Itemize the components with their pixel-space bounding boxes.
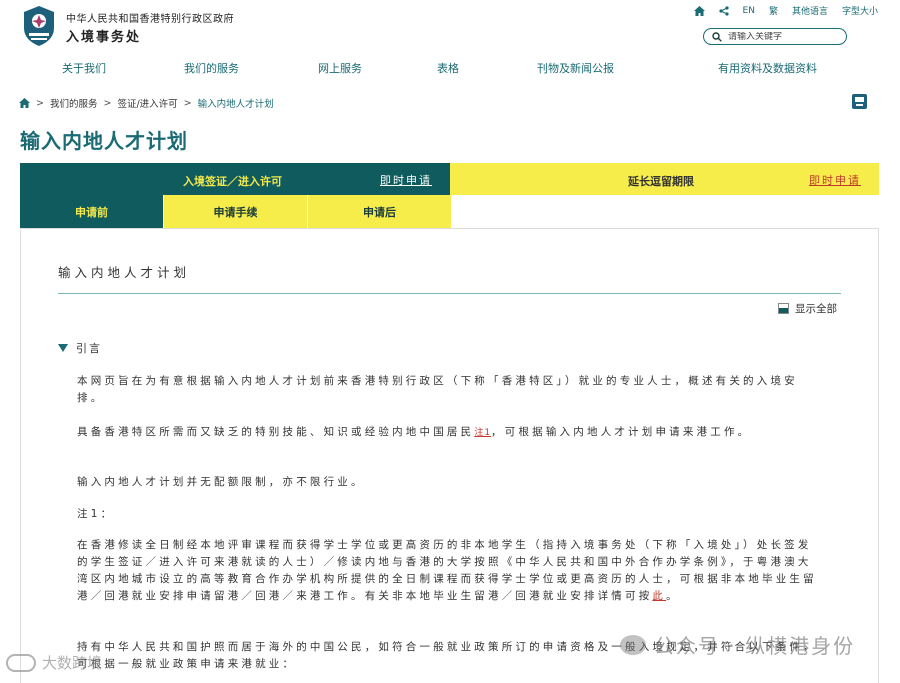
- watermark-left: 大数跨境: [6, 652, 102, 673]
- nav-online-services[interactable]: 网上服务: [318, 60, 362, 76]
- breadcrumb-separator: >: [103, 97, 112, 109]
- intro-section-header[interactable]: 引言: [58, 340, 102, 356]
- tab-extension-of-stay[interactable]: 延长逗留期限 即时申请: [450, 163, 879, 195]
- paragraph-no-quota: 输入内地人才计划并无配额限制，亦不限行业。: [77, 476, 365, 488]
- text: 具备香港特区所需而又缺乏的特别技能、知识或经验内地中国居民: [77, 426, 475, 438]
- text: ，可根据输入内地人才计划申请来港工作。: [491, 426, 752, 438]
- watermark-logo-icon: [6, 653, 36, 672]
- here-link[interactable]: 此: [652, 590, 666, 602]
- sub-tabs: 申请前 申请手续 申请后: [20, 195, 452, 228]
- other-languages-link[interactable]: 其他语言: [792, 4, 828, 17]
- show-all-label: 显示全部: [795, 303, 837, 315]
- show-all-toggle[interactable]: 显示全部: [778, 301, 837, 316]
- text: 在香港修读全日制经本地评审课程而获得学士学位或更高资历的非本地学生（指持入境事务…: [77, 539, 817, 602]
- page-title: 输入内地人才计划: [20, 129, 188, 153]
- apply-now-link[interactable]: 即时申请: [809, 172, 861, 188]
- share-icon[interactable]: [718, 5, 729, 16]
- top-utility-links: EN 繁 其他语言 字型大小: [693, 4, 878, 17]
- breadcrumb-our-services[interactable]: 我们的服务: [50, 96, 98, 110]
- paragraph-eligibility: 具备香港特区所需而又缺乏的特别技能、知识或经验内地中国居民注1，可根据输入内地人…: [77, 424, 817, 442]
- nav-useful-info[interactable]: 有用资料及数据资料: [718, 60, 817, 76]
- font-size-link[interactable]: 字型大小: [842, 4, 878, 17]
- nav-forms[interactable]: 表格: [437, 60, 459, 76]
- divider: [58, 293, 841, 294]
- tab-label: 入境签证／进入许可: [183, 175, 282, 188]
- search-icon[interactable]: [712, 31, 722, 42]
- intro-heading: 引言: [76, 342, 102, 355]
- department-name[interactable]: 入境事务处: [66, 26, 141, 45]
- lang-en-link[interactable]: EN: [743, 6, 755, 16]
- paragraph-intro: 本网页旨在为有意根据输入内地人才计划前来香港特别行政区（下称「香港特区」）就业的…: [77, 375, 798, 404]
- content-panel: 输入内地人才计划 显示全部 引言 本网页旨在为有意根据输入内地人才计划前来香港特…: [20, 228, 879, 683]
- tab-visa-entry-permit[interactable]: 入境签证／进入许可 即时申请: [20, 163, 450, 195]
- search-box: [703, 28, 847, 45]
- search-input[interactable]: [728, 31, 838, 42]
- breadcrumb-separator: >: [183, 97, 192, 109]
- watermark-right: 公众号 · 纵横港身份: [620, 630, 855, 659]
- watermark-text: 大数跨境: [42, 654, 103, 672]
- print-icon[interactable]: [852, 94, 867, 109]
- breadcrumb-visa[interactable]: 签证/进入许可: [117, 96, 177, 110]
- nav-publications[interactable]: 刊物及新闻公报: [537, 60, 614, 76]
- checkbox-icon[interactable]: [778, 303, 789, 314]
- main-navigation: 关于我们 我们的服务 网上服务 表格 刊物及新闻公报 有用资料及数据资料: [0, 60, 900, 78]
- subtab-before-application[interactable]: 申请前: [20, 195, 163, 228]
- breadcrumb-current: 输入内地人才计划: [197, 99, 274, 110]
- subtab-after-application[interactable]: 申请后: [308, 195, 451, 228]
- nav-our-services[interactable]: 我们的服务: [184, 60, 239, 76]
- apply-now-link[interactable]: 即时申请: [380, 172, 432, 188]
- tab-label: 延长逗留期限: [628, 175, 694, 188]
- triangle-down-icon: [58, 344, 68, 352]
- note-1-link[interactable]: 注1: [474, 428, 491, 438]
- watermark-text: 公众号 · 纵横港身份: [654, 634, 856, 658]
- nav-about-us[interactable]: 关于我们: [62, 60, 106, 76]
- section-title: 输入内地人才计划: [58, 265, 191, 280]
- breadcrumb-separator: >: [36, 97, 44, 109]
- text: 。: [666, 590, 680, 602]
- site-header: 中华人民共和国香港特别行政区政府 入境事务处 EN 繁 其他语言 字型大小: [0, 0, 900, 56]
- paragraph-note-1: 在香港修读全日制经本地评审课程而获得学士学位或更高资历的非本地学生（指持入境事务…: [77, 537, 817, 605]
- note-title: 注1：: [77, 508, 115, 520]
- subtab-application-procedure[interactable]: 申请手续: [164, 195, 307, 228]
- lang-traditional-link[interactable]: 繁: [769, 4, 778, 17]
- hk-emblem-logo[interactable]: [20, 4, 58, 48]
- government-name: 中华人民共和国香港特别行政区政府: [66, 14, 234, 25]
- wechat-icon: [620, 634, 646, 655]
- breadcrumb: > 我们的服务 > 签证/进入许可 > 输入内地人才计划: [19, 96, 274, 110]
- home-icon[interactable]: [693, 5, 705, 16]
- home-icon[interactable]: [19, 98, 30, 108]
